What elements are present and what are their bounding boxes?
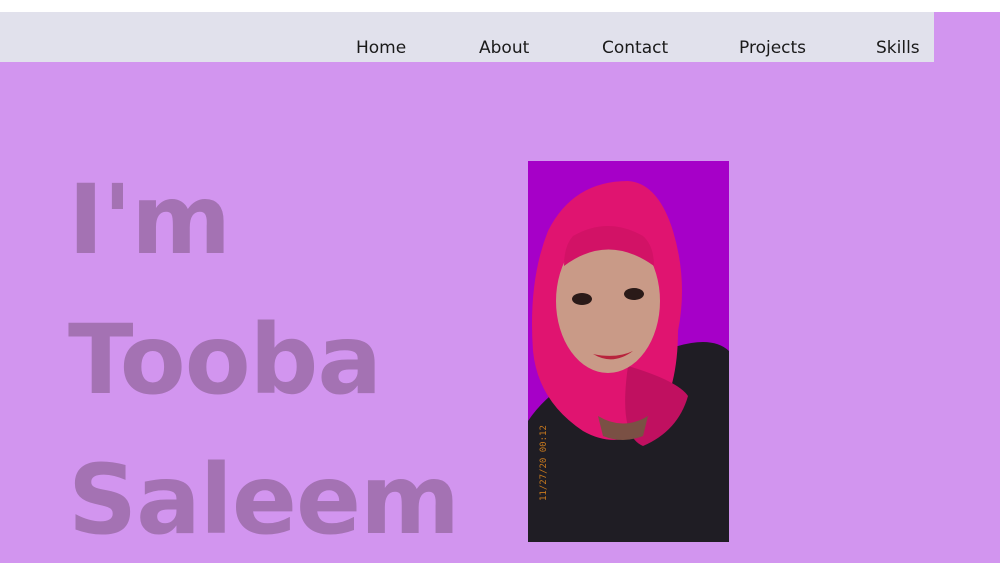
page: Home About Contact Projects Skills I'm T… xyxy=(0,0,1000,563)
nav-link-skills[interactable]: Skills xyxy=(876,36,920,60)
headline-line-im: I'm xyxy=(68,164,231,276)
photo-eye-right xyxy=(624,288,644,300)
top-strip xyxy=(0,0,1000,12)
hero-headline: I'm Tooba Saleem xyxy=(68,150,460,563)
headline-line-first-name: Tooba xyxy=(68,304,382,416)
profile-photo: 11/27/20 00:12 xyxy=(528,161,729,542)
photo-timestamp: 11/27/20 00:12 xyxy=(539,425,549,501)
nav-link-contact[interactable]: Contact xyxy=(602,36,668,60)
nav-link-about[interactable]: About xyxy=(479,36,529,60)
photo-eye-left xyxy=(572,293,592,305)
nav-link-home[interactable]: Home xyxy=(356,36,406,60)
headline-line-last-name: Saleem xyxy=(68,444,460,556)
nav-link-projects[interactable]: Projects xyxy=(739,36,806,60)
